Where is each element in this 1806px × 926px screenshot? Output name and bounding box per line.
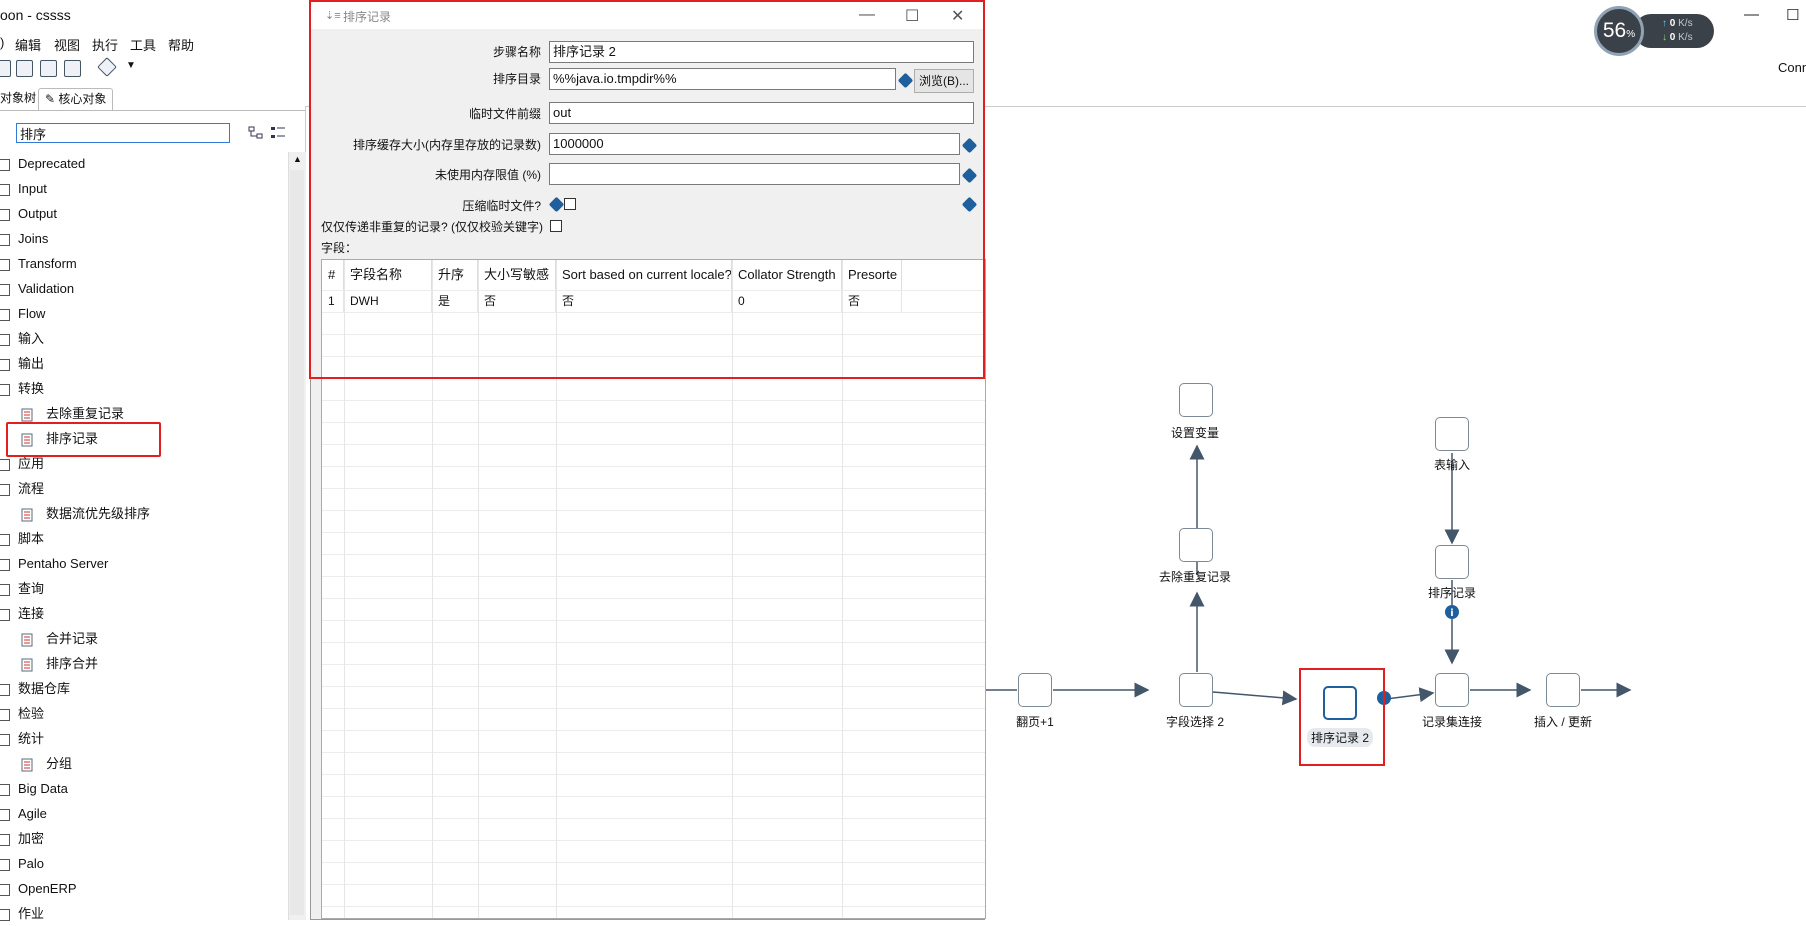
grid-row-line (322, 730, 985, 731)
step-page-icon[interactable] (1018, 673, 1052, 707)
info-glyph: i (1450, 608, 1453, 619)
grid-row-line (322, 708, 985, 709)
highlight-box-sort2 (1299, 668, 1385, 766)
step-merge-join-icon[interactable] (1435, 673, 1469, 707)
grid-row-line (322, 554, 985, 555)
grid-row-line (322, 664, 985, 665)
grid-row-line (322, 686, 985, 687)
grid-row-line (322, 532, 985, 533)
step-field-select-label: 字段选择 2 (1165, 715, 1225, 729)
step-insert-update-label: 插入 / 更新 (1533, 715, 1593, 729)
grid-row-line (322, 642, 985, 643)
grid-row-line (322, 906, 985, 907)
step-merge-join-label: 记录集连接 (1421, 715, 1483, 729)
grid-row-line (322, 466, 985, 467)
highlight-box-dialog (309, 0, 985, 379)
grid-row-line (322, 840, 985, 841)
step-table-input-icon[interactable] (1435, 417, 1469, 451)
step-field-select-icon[interactable] (1179, 673, 1213, 707)
hop-line (1212, 690, 1298, 706)
grid-row-line (322, 576, 985, 577)
grid-row-line (322, 620, 985, 621)
step-sort-top-label: 排序记录 (1427, 586, 1477, 600)
step-insert-update-icon[interactable] (1546, 673, 1580, 707)
grid-row-line (322, 488, 985, 489)
step-set-var-icon[interactable] (1179, 383, 1213, 417)
grid-row-line (322, 400, 985, 401)
grid-row-line (322, 818, 985, 819)
step-dedup-label: 去除重复记录 (1158, 570, 1232, 584)
grid-row-line (322, 422, 985, 423)
grid-row-line (322, 862, 985, 863)
grid-row-line (322, 598, 985, 599)
grid-row-line (322, 796, 985, 797)
step-page-label: 翻页+1 (1016, 715, 1054, 729)
grid-row-line (322, 752, 985, 753)
grid-row-line (322, 444, 985, 445)
step-dedup-icon[interactable] (1179, 528, 1213, 562)
grid-row-line (322, 510, 985, 511)
grid-row-line (322, 884, 985, 885)
step-sort-top-icon[interactable] (1435, 545, 1469, 579)
step-set-var-label: 设置变量 (1170, 426, 1220, 440)
step-table-input-label: 表输入 (1433, 458, 1471, 472)
grid-row-line (322, 774, 985, 775)
